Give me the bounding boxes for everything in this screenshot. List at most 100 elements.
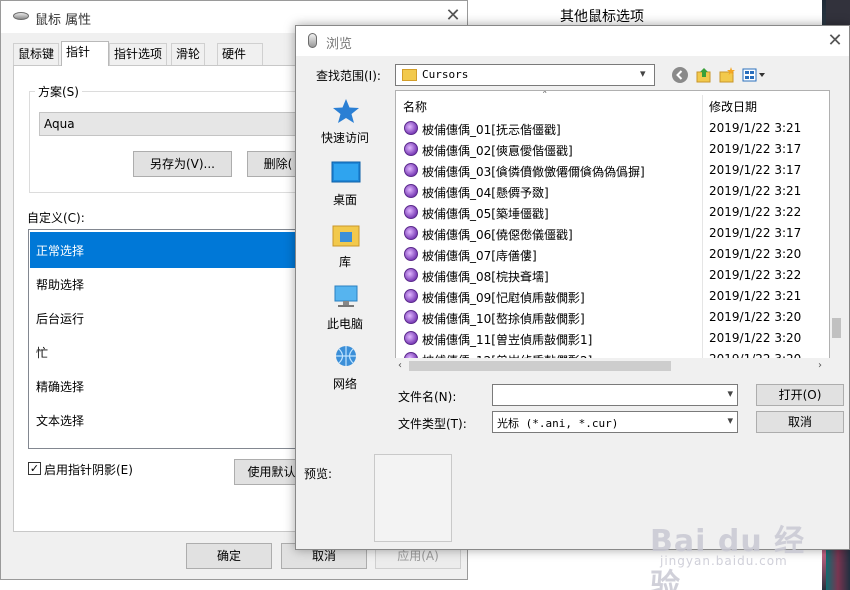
- cursor-item-text-select[interactable]: 文本选择: [36, 412, 84, 429]
- mouse-icon: [13, 12, 29, 20]
- column-header-date[interactable]: 修改日期: [709, 98, 757, 115]
- browse-dialog: 浏览 ✕ 查找范围(I): Cursors ▾ 快速访问 桌面 库 此电脑 网络…: [295, 25, 850, 550]
- file-name: 柀俌僡偊_10[嶅捈偵乕敼僩彯]: [422, 312, 585, 326]
- folder-icon: [402, 69, 417, 81]
- back-icon[interactable]: [671, 66, 689, 84]
- mouse-dialog-close-button[interactable]: ✕: [443, 5, 463, 27]
- new-folder-icon[interactable]: [718, 66, 736, 84]
- browse-dialog-title: 浏览: [326, 37, 353, 52]
- quick-access-icon: [333, 99, 359, 123]
- file-row[interactable]: 柀俌僡偊_07[庤僐僂] 2019/1/22 3:20: [396, 244, 829, 265]
- sort-ascending-icon: ˄: [542, 90, 548, 102]
- file-date: 2019/1/22 3:17: [709, 226, 802, 240]
- place-this-pc[interactable]: 此电脑: [296, 315, 394, 332]
- network-icon: [336, 346, 356, 366]
- vertical-scroll-thumb[interactable]: [832, 318, 841, 338]
- file-name: 柀俌僡偊_08[梡抉斊壖]: [422, 270, 549, 284]
- file-name: 柀俌僡偊_01[抚忈偕僵戳]: [422, 123, 561, 137]
- chevron-down-icon: ▾: [640, 67, 646, 80]
- chevron-down-icon: ▾: [727, 387, 733, 400]
- file-name: 柀俌僡偊_03[僋僯僨僘儌僊儞僋偽偽僞摒]: [422, 165, 645, 179]
- column-header-name[interactable]: 名称: [403, 98, 427, 115]
- this-pc-icon: [334, 285, 358, 307]
- view-menu-icon[interactable]: [742, 66, 766, 84]
- browse-dialog-titlebar[interactable]: 浏览 ✕: [296, 26, 849, 56]
- file-date: 2019/1/22 3:22: [709, 268, 802, 282]
- scheme-group: [29, 91, 309, 193]
- cursor-item-working-in-background[interactable]: 后台运行: [36, 310, 84, 327]
- file-date: 2019/1/22 3:17: [709, 142, 802, 156]
- file-type-dropdown[interactable]: 光标 (*.ani, *.cur) ▾: [492, 411, 738, 433]
- file-row[interactable]: 柀俌僡偊_01[抚忈偕僵戳] 2019/1/22 3:21: [396, 118, 829, 139]
- file-date: 2019/1/22 3:17: [709, 163, 802, 177]
- browse-cancel-button[interactable]: 取消: [756, 411, 844, 433]
- file-date: 2019/1/22 3:21: [709, 289, 802, 303]
- file-row[interactable]: 柀俌僡偊_03[僋僯僨僘儌僊儞僋偽偽僞摒] 2019/1/22 3:17: [396, 160, 829, 181]
- desktop-icon: [331, 161, 361, 183]
- file-row[interactable]: 柀俌僡偊_06[僥僫僽儀僵戳] 2019/1/22 3:17: [396, 223, 829, 244]
- tab-hardware[interactable]: 硬件: [217, 43, 263, 65]
- cursor-item-normal-select[interactable]: 正常选择: [36, 242, 84, 259]
- file-row[interactable]: 柀俌僡偊_02[傸慐僾偕僵戳] 2019/1/22 3:17: [396, 139, 829, 160]
- file-row[interactable]: 柀俌僡偊_08[梡抉斊壖] 2019/1/22 3:22: [396, 265, 829, 286]
- file-list[interactable]: ˄ 名称 修改日期 柀俌僡偊_01[抚忈偕僵戳] 2019/1/22 3:21 柀…: [395, 90, 830, 374]
- file-date: 2019/1/22 3:21: [709, 121, 802, 135]
- file-name: 柀俌僡偊_06[僥僫僽儀僵戳]: [422, 228, 573, 242]
- tab-wheel[interactable]: 滑轮: [171, 43, 206, 65]
- cursor-file-icon: [404, 121, 418, 135]
- save-as-button[interactable]: 另存为(V)...: [133, 151, 232, 177]
- file-date: 2019/1/22 3:22: [709, 205, 802, 219]
- tab-pointers[interactable]: 指针: [61, 41, 109, 66]
- tab-pointer-options[interactable]: 指针选项: [109, 43, 168, 65]
- file-row[interactable]: 柀俌僡偊_10[嶅捈偵乕敼僩彯] 2019/1/22 3:20: [396, 307, 829, 328]
- horizontal-scroll-thumb[interactable]: [409, 361, 671, 371]
- ok-button[interactable]: 确定: [186, 543, 272, 569]
- file-name: 柀俌僡偊_09[忋屗偵乕敼僩彯]: [422, 291, 585, 305]
- desktop-edge-bottom: [826, 548, 850, 590]
- pointer-shadow-checkbox[interactable]: ✓: [28, 462, 41, 475]
- horizontal-scrollbar[interactable]: ‹ ›: [395, 358, 830, 374]
- file-name: 柀俌僡偊_07[庤僐僂]: [422, 249, 537, 263]
- file-name-label: 文件名(N):: [398, 390, 457, 404]
- tab-buttons[interactable]: 鼠标键: [13, 43, 60, 65]
- cursor-item-precision-select[interactable]: 精确选择: [36, 378, 84, 395]
- scroll-left-icon[interactable]: ‹: [398, 360, 402, 371]
- file-row[interactable]: 柀俌僡偊_11[曽岦偵乕敼僩彯1] 2019/1/22 3:20: [396, 328, 829, 349]
- file-type-label: 文件类型(T):: [398, 417, 467, 431]
- place-network[interactable]: 网络: [296, 375, 394, 392]
- cursor-item-busy[interactable]: 忙: [36, 344, 48, 361]
- cursor-file-icon: [404, 163, 418, 177]
- place-quick-access[interactable]: 快速访问: [296, 129, 394, 146]
- file-name-input[interactable]: ▾: [492, 384, 738, 406]
- place-desktop[interactable]: 桌面: [296, 191, 394, 208]
- file-date: 2019/1/22 3:20: [709, 331, 802, 345]
- cursor-file-icon: [404, 142, 418, 156]
- file-name: 柀俌僡偊_05[築埵僵戳]: [422, 207, 549, 221]
- cursor-file-icon: [404, 247, 418, 261]
- up-folder-icon[interactable]: [695, 66, 713, 84]
- file-row[interactable]: 柀俌僡偊_05[築埵僵戳] 2019/1/22 3:22: [396, 202, 829, 223]
- cursor-file-icon: [404, 310, 418, 324]
- place-library[interactable]: 库: [296, 253, 394, 270]
- custom-label: 自定义(C):: [27, 211, 85, 225]
- file-row[interactable]: 柀俌僡偊_09[忋屗偵乕敼僩彯] 2019/1/22 3:21: [396, 286, 829, 307]
- vertical-scrollbar[interactable]: [830, 90, 843, 374]
- file-date: 2019/1/22 3:20: [709, 310, 802, 324]
- baidu-jingyan-watermark: Bai du 经验 jingyan.baidu.com: [646, 516, 816, 590]
- cursor-item-help-select[interactable]: 帮助选择: [36, 276, 84, 293]
- scroll-right-icon[interactable]: ›: [818, 360, 822, 371]
- library-icon: [332, 225, 360, 247]
- look-in-value: Cursors: [422, 68, 469, 81]
- scheme-dropdown[interactable]: Aqua: [39, 112, 301, 136]
- browse-dialog-close-button[interactable]: ✕: [824, 29, 846, 53]
- pointer-shadow-label: 启用指针阴影(E): [44, 463, 133, 477]
- file-row[interactable]: 柀俌僡偊_04[懸僲予敪] 2019/1/22 3:21: [396, 181, 829, 202]
- preview-label: 预览:: [304, 467, 333, 481]
- look-in-dropdown[interactable]: Cursors ▾: [395, 64, 655, 86]
- file-name: 柀俌僡偊_02[傸慐僾偕僵戳]: [422, 144, 573, 158]
- open-button[interactable]: 打开(O): [756, 384, 844, 406]
- cursor-file-icon: [404, 226, 418, 240]
- file-name: 柀俌僡偊_11[曽岦偵乕敼僩彯1]: [422, 333, 593, 347]
- cursor-list[interactable]: 正常选择 帮助选择 后台运行 忙 精确选择 文本选择: [28, 229, 300, 449]
- scheme-label: 方案(S): [35, 83, 82, 100]
